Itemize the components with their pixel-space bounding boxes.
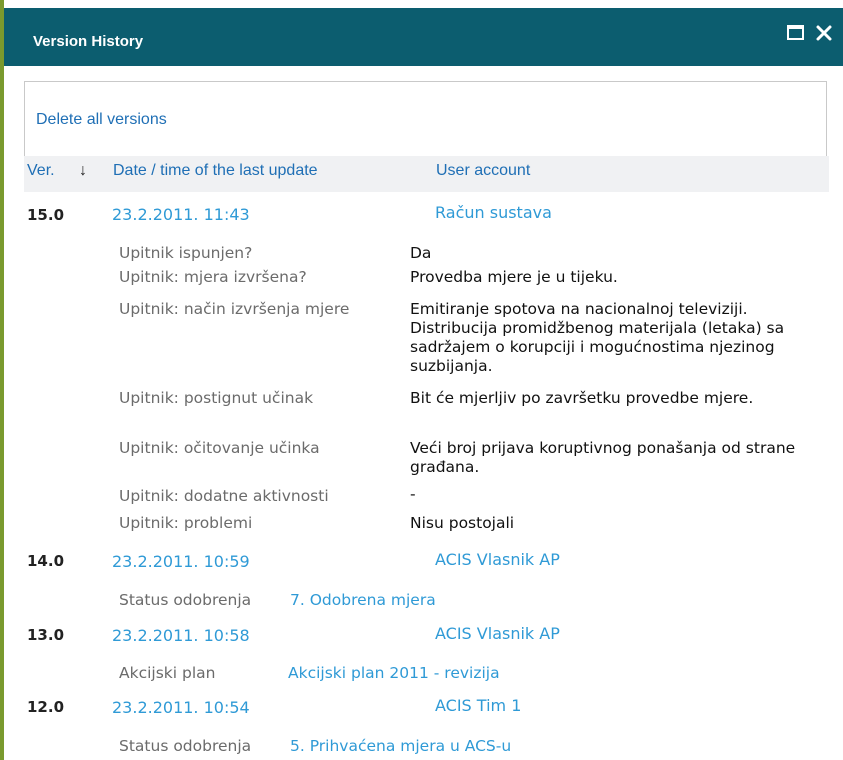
field-value: Provedba mjere je u tijeku.	[410, 268, 618, 286]
field-value: Nisu postojali	[410, 514, 515, 532]
column-header-date[interactable]: Date / time of the last update	[113, 162, 318, 180]
field-value: -	[410, 485, 416, 503]
version-date-link[interactable]: 23.2.2011. 10:59	[112, 552, 250, 571]
version-date-link[interactable]: 23.2.2011. 10:58	[112, 626, 250, 645]
field-value: Akcijski plan 2011 - revizija	[288, 664, 500, 682]
table-header: Ver. ↓ Date / time of the last update Us…	[24, 156, 829, 192]
field-label: Status odobrenja	[119, 591, 252, 609]
version-number: 12.0	[27, 698, 65, 716]
field-value: Emitiranje spotova na nacionalnoj televi…	[410, 300, 785, 375]
field-value: Veći broj prijava koruptivnog ponašanja …	[410, 439, 796, 476]
field-label: Upitnik: mjera izvršena?	[119, 268, 307, 286]
version-number: 13.0	[27, 626, 65, 644]
field-label: Upitnik: način izvršenja mjere	[119, 300, 350, 318]
maximize-icon[interactable]	[785, 22, 807, 44]
column-header-version[interactable]: Ver.	[27, 162, 55, 180]
window-title: Version History	[33, 33, 144, 50]
version-number: 14.0	[27, 552, 65, 570]
sort-down-arrow-icon: ↓	[79, 162, 87, 179]
version-user-link[interactable]: ACIS Vlasnik AP	[435, 550, 560, 569]
version-user-link[interactable]: ACIS Tim 1	[435, 696, 521, 715]
column-header-user[interactable]: User account	[436, 162, 530, 180]
close-icon[interactable]	[813, 22, 835, 44]
version-number: 15.0	[27, 206, 65, 224]
window-frame-edge	[0, 0, 4, 760]
toolbar-panel: Delete all versions	[24, 81, 827, 157]
field-label: Upitnik ispunjen?	[119, 244, 253, 262]
field-label: Upitnik: očitovanje učinka	[119, 439, 320, 457]
version-user-link[interactable]: Račun sustava	[435, 203, 552, 222]
delete-all-versions-link[interactable]: Delete all versions	[36, 111, 167, 129]
field-value: 7. Odobrena mjera	[290, 591, 436, 609]
title-bar: Version History	[4, 8, 843, 66]
field-value: Da	[410, 244, 432, 262]
field-label: Upitnik: dodatne aktivnosti	[119, 487, 329, 505]
field-label: Akcijski plan	[119, 664, 216, 682]
version-date-link[interactable]: 23.2.2011. 10:54	[112, 698, 250, 717]
field-label: Upitnik: problemi	[119, 514, 253, 532]
field-label: Status odobrenja	[119, 737, 252, 755]
version-date-link[interactable]: 23.2.2011. 11:43	[112, 205, 250, 224]
field-value: Bit će mjerljiv po završetku provedbe mj…	[410, 389, 754, 407]
field-value: 5. Prihvaćena mjera u ACS-u	[290, 737, 512, 755]
version-user-link[interactable]: ACIS Vlasnik AP	[435, 624, 560, 643]
field-label: Upitnik: postignut učinak	[119, 389, 314, 407]
